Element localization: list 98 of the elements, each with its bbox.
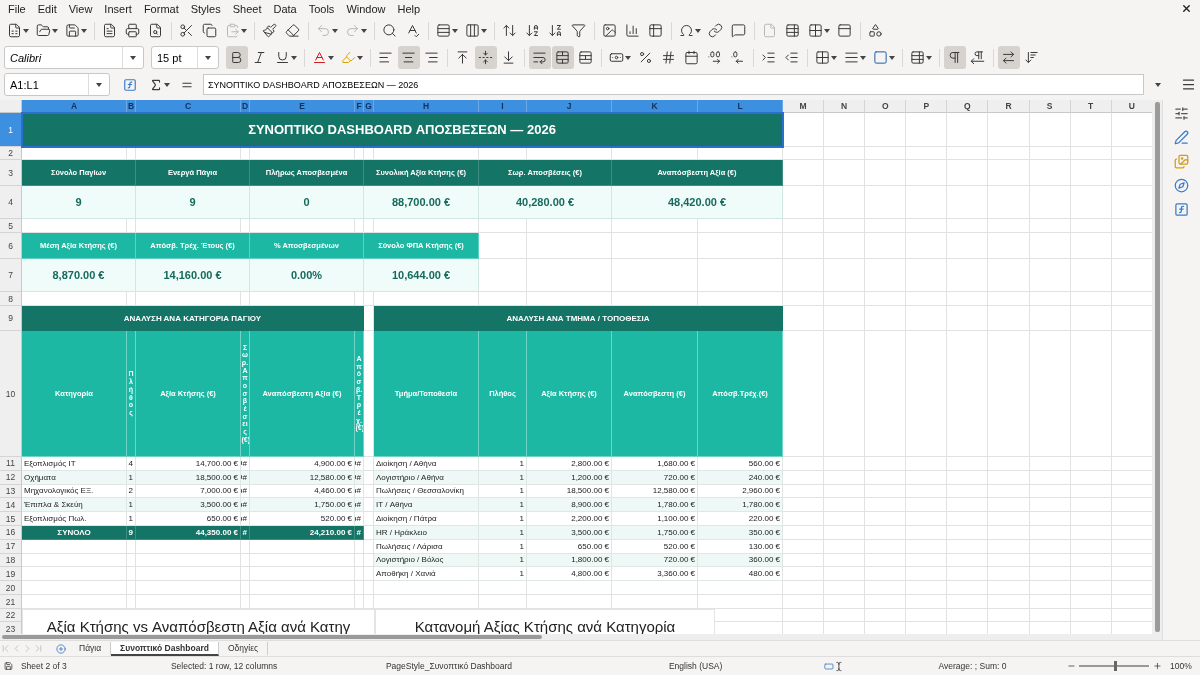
- menu-item[interactable]: Sheet: [226, 2, 268, 15]
- font-name-field[interactable]: Calibri: [4, 46, 144, 69]
- sum-status: Average: ; Sum: 0: [938, 661, 1008, 671]
- column-header[interactable]: P: [906, 100, 948, 113]
- table-cell: 1,100.00 €: [612, 512, 698, 526]
- menu-item[interactable]: Data: [267, 2, 303, 15]
- row-header[interactable]: 20: [0, 581, 22, 596]
- menu-item[interactable]: Insert: [98, 2, 138, 15]
- name-box[interactable]: A1:L1: [4, 73, 110, 96]
- column-header[interactable]: M: [783, 100, 825, 113]
- kpi-value: 8,870.00 €: [22, 259, 136, 292]
- column-header[interactable]: R: [988, 100, 1030, 113]
- table-title: ΑΝΑΛΥΣΗ ΑΝΑ ΤΜΗΜΑ / ΤΟΠΟΘΕΣΙΑ: [374, 306, 783, 331]
- table-cell: Διοίκηση / Πάτρα: [374, 512, 479, 526]
- sheet-position: Sheet 2 of 3: [20, 661, 68, 671]
- menu-item[interactable]: Help: [391, 2, 427, 15]
- table-cell: Αποθήκη / Χανιά: [374, 567, 479, 582]
- kpi-value: 14,160.00 €: [136, 259, 250, 292]
- kpi-value: 10,644.00 €: [364, 259, 479, 292]
- kpi-value: 9: [22, 186, 136, 219]
- zoom-percent[interactable]: 100%: [1170, 661, 1200, 671]
- column-header[interactable]: S: [1029, 100, 1071, 113]
- table-title: ΑΝΑΛΥΣΗ ΑΝΑ ΚΑΤΗΓΟΡΙΑ ΠΑΓΙΟΥ: [22, 306, 364, 331]
- table-cell: 1,680.00 €: [612, 457, 698, 471]
- column-header[interactable]: N: [824, 100, 866, 113]
- row-header[interactable]: 21: [0, 595, 22, 610]
- kpi-value: 9: [136, 186, 250, 219]
- page-style: PageStyle_Συνοπτικό Dashboard: [385, 661, 514, 671]
- kpi-value: 88,700.00 €: [364, 186, 479, 219]
- row-header[interactable]: 11: [0, 457, 22, 471]
- table-cell: Έπιπλα & Σκεύη: [22, 498, 127, 513]
- table-cell: 1: [479, 457, 527, 471]
- row-header[interactable]: 15: [0, 512, 22, 526]
- selection-status: Selected: 1 row, 12 columns: [170, 661, 279, 671]
- table-cell: 520.00 €: [250, 512, 355, 526]
- table-cell: 1,780.00 €: [698, 498, 783, 513]
- total-cell: #: [355, 526, 364, 540]
- dashboard-title: ΣΥΝΟΠΤΙΚΟ DASHBOARD ΑΠΟΣΒΕΣΕΩΝ — 2026: [22, 113, 783, 147]
- table-cell: 4,800.00 €: [527, 567, 612, 582]
- table-cell: 3,360.00 €: [612, 567, 698, 582]
- formula-input[interactable]: ΣΥΝΟΠΤΙΚΟ DASHBOARD ΑΠΟΣΒΕΣΕΩΝ — 2026: [203, 74, 1144, 95]
- table-cell: 480.00 €: [698, 567, 783, 582]
- kpi-value: 40,280.00 €: [479, 186, 612, 219]
- column-header[interactable]: Q: [947, 100, 989, 113]
- row-header[interactable]: 9: [0, 306, 22, 331]
- column-header[interactable]: O: [865, 100, 907, 113]
- menu-item[interactable]: Window: [340, 2, 392, 15]
- table-cell: #: [355, 457, 364, 471]
- row-header[interactable]: 23: [0, 622, 22, 634]
- row-header[interactable]: 2: [0, 147, 22, 160]
- menu-item[interactable]: Edit: [31, 2, 63, 15]
- table-cell: 14,700.00 €: [136, 457, 241, 471]
- row-header[interactable]: 10: [0, 331, 22, 457]
- table-cell: 560.00 €: [698, 457, 783, 471]
- row-header[interactable]: 5: [0, 219, 22, 233]
- table-cell: 1: [127, 498, 136, 513]
- menu-item[interactable]: View: [62, 2, 99, 15]
- row-header[interactable]: 4: [0, 186, 22, 219]
- kpi-value: 0: [250, 186, 364, 219]
- row-header[interactable]: 7: [0, 259, 22, 292]
- kpi-value: 48,420.00 €: [612, 186, 783, 219]
- table-cell: 650.00 €: [136, 512, 241, 526]
- menu-item[interactable]: Tools: [302, 2, 341, 15]
- table-cell: #: [355, 512, 364, 526]
- table-cell: 1,750.00 €: [250, 498, 355, 513]
- font-size-field[interactable]: 15 pt: [151, 46, 219, 69]
- sheet-tab[interactable]: Συνοπτικό Dashboard: [111, 641, 219, 656]
- table-cell: 2,800.00 €: [527, 457, 612, 471]
- table-cell: 1,780.00 €: [612, 498, 698, 513]
- table-cell: Εξοπλισμός Πωλ.: [22, 512, 127, 526]
- table-cell: 1: [127, 470, 136, 485]
- table-cell: Εξοπλισμός IT: [22, 457, 127, 471]
- sheet-tab[interactable]: Οδηγίες: [218, 641, 269, 656]
- table-cell: 2,200.00 €: [527, 512, 612, 526]
- row-header[interactable]: 14: [0, 498, 22, 513]
- row-header[interactable]: 19: [0, 567, 22, 582]
- table-cell: 3,500.00 €: [136, 498, 241, 513]
- table-cell: 1: [479, 567, 527, 582]
- row-header[interactable]: 3: [0, 160, 22, 186]
- kpi-value: 0.00%: [250, 259, 364, 292]
- table-cell: 1: [479, 512, 527, 526]
- row-header[interactable]: 6: [0, 233, 22, 259]
- table-cell: #: [355, 470, 364, 485]
- column-header[interactable]: T: [1070, 100, 1112, 113]
- table-cell: 1: [479, 498, 527, 513]
- menu-item[interactable]: Format: [137, 2, 185, 15]
- menu-item[interactable]: Styles: [184, 2, 227, 15]
- column-header[interactable]: U: [1111, 100, 1152, 113]
- table-cell: 1: [127, 512, 136, 526]
- row-header[interactable]: 8: [0, 292, 22, 306]
- table-cell: IT / Αθήνα: [374, 498, 479, 513]
- table-cell: Διοίκηση / Αθήνα: [374, 457, 479, 471]
- table-cell: 4,900.00 €: [250, 457, 355, 471]
- language-status: English (USA): [668, 661, 724, 671]
- menu-item[interactable]: File: [2, 2, 32, 15]
- table-cell: 220.00 €: [698, 512, 783, 526]
- row-header[interactable]: 22: [0, 609, 22, 623]
- table-cell: 8,900.00 €: [527, 498, 612, 513]
